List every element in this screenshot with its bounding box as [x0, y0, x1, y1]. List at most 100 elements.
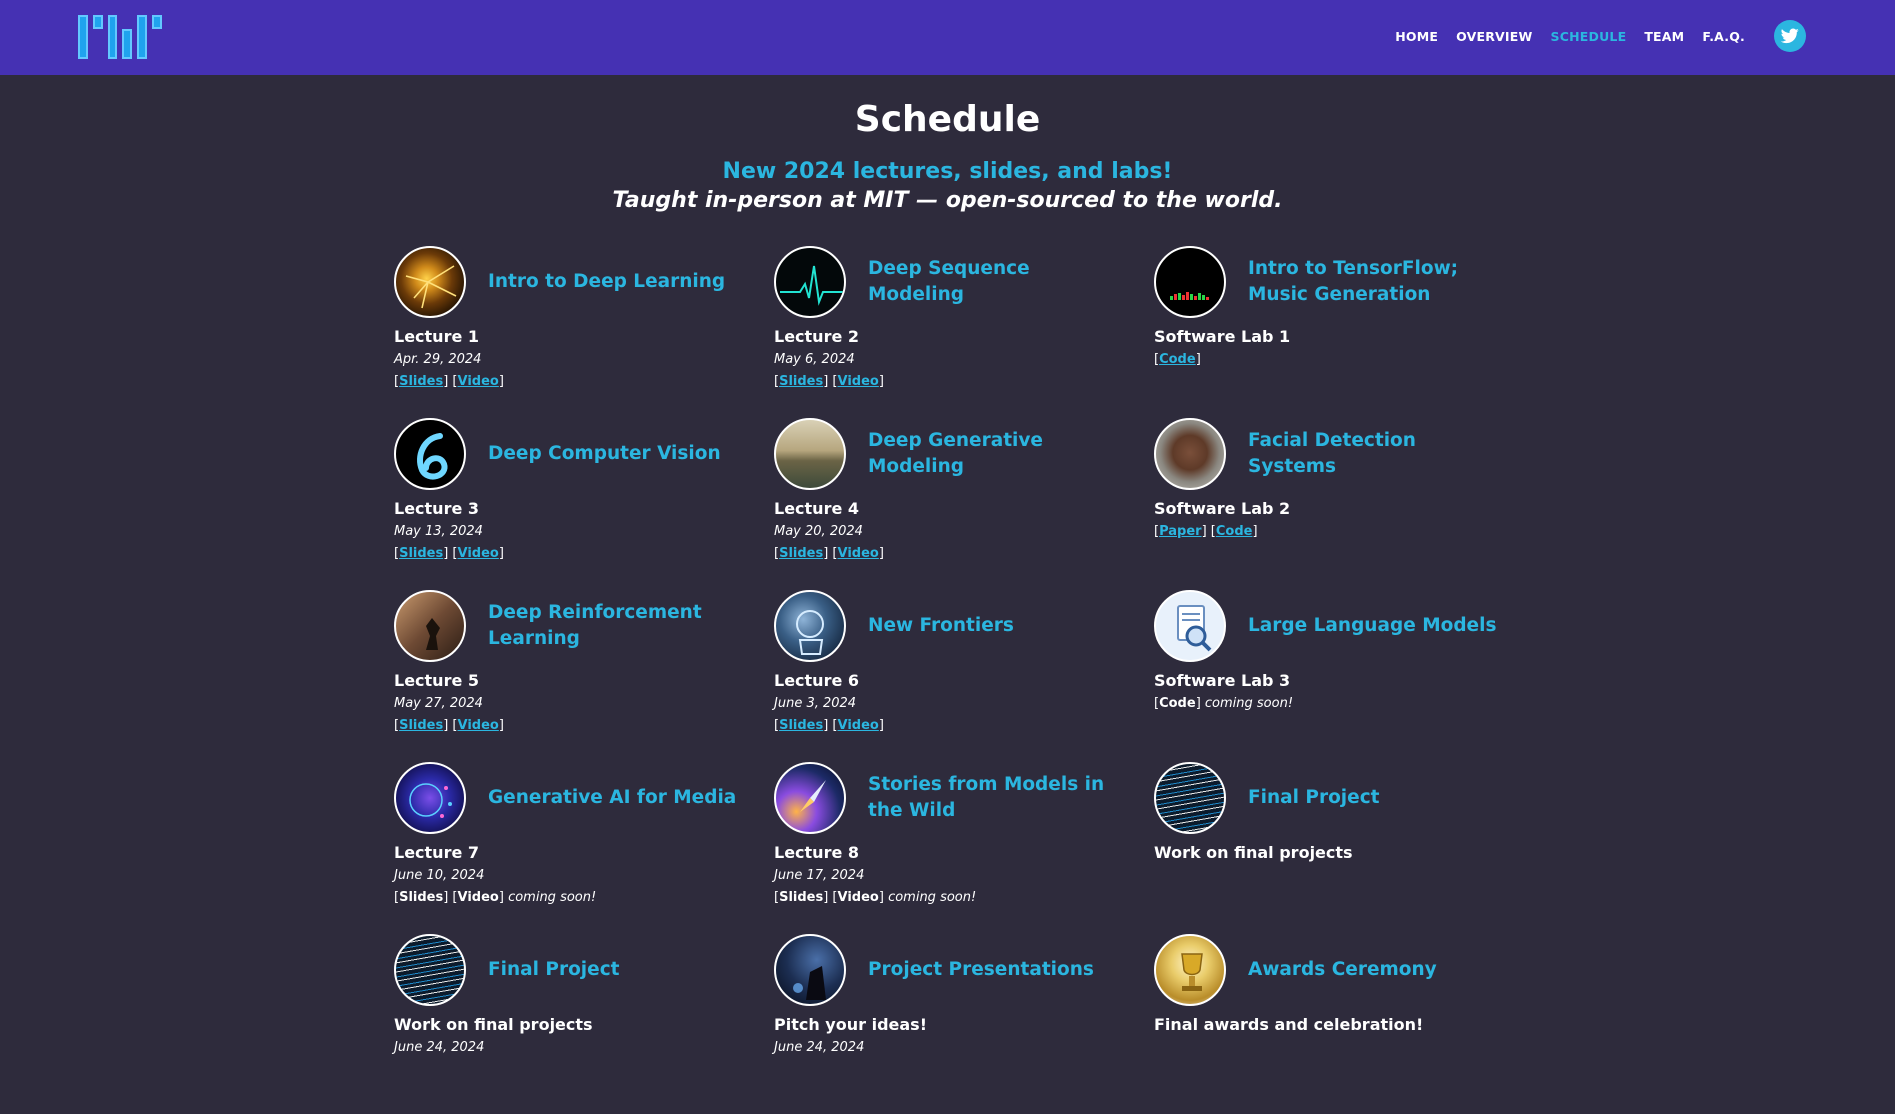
card-links: [Code] coming soon! — [1154, 696, 1294, 711]
nav-overview[interactable]: OVERVIEW — [1456, 29, 1532, 44]
card-title[interactable]: Deep Generative Modeling — [868, 418, 1128, 490]
coming-soon-note: coming soon! — [888, 890, 977, 905]
card-title[interactable]: Deep Sequence Modeling — [868, 246, 1128, 318]
ai-head-thumbnail-icon — [394, 762, 466, 834]
logo-stroke — [122, 29, 133, 59]
code-link[interactable]: Code — [1216, 524, 1253, 539]
nav-home[interactable]: HOME — [1395, 29, 1438, 44]
slides-link[interactable]: Slides — [779, 546, 823, 561]
card-title[interactable]: Stories from Models in the Wild — [868, 762, 1128, 834]
card-links: [Slides] [Video] — [774, 546, 884, 561]
schedule-card: Large Language Models Software Lab 3 [Co… — [1154, 590, 1534, 762]
card-label: Lecture 4 — [774, 499, 860, 518]
card-links: [Slides] [Video] — [394, 374, 504, 389]
schedule-card: Project Presentations Pitch your ideas! … — [774, 934, 1154, 1106]
card-title[interactable]: Intro to TensorFlow; Music Generation — [1248, 246, 1508, 318]
schedule-card: Final Project Work on final projects Jun… — [394, 934, 774, 1106]
card-date: May 13, 2024 — [394, 524, 483, 539]
card-label: Software Lab 3 — [1154, 671, 1291, 690]
chess-thumbnail-icon — [394, 590, 466, 662]
card-label: Work on final projects — [1154, 843, 1353, 862]
card-title[interactable]: Deep Computer Vision — [488, 418, 748, 490]
card-date: June 24, 2024 — [394, 1040, 485, 1055]
card-title[interactable]: Final Project — [1248, 762, 1508, 834]
slides-label: Slides — [399, 890, 444, 905]
video-link[interactable]: Video — [838, 718, 879, 733]
card-title[interactable]: Deep Reinforcement Learning — [488, 590, 748, 662]
card-label: Software Lab 1 — [1154, 327, 1291, 346]
schedule-card: Deep Reinforcement Learning Lecture 5 Ma… — [394, 590, 774, 762]
card-links: [Slides] [Video] — [394, 718, 504, 733]
card-title[interactable]: Large Language Models — [1248, 590, 1508, 662]
page-title: Schedule — [854, 99, 1041, 140]
card-title[interactable]: Awards Ceremony — [1248, 934, 1508, 1006]
logo-stroke — [152, 15, 162, 29]
nav-schedule[interactable]: SCHEDULE — [1551, 29, 1627, 44]
subtitle-tagline: Taught in-person at MIT — open-sourced t… — [612, 188, 1283, 213]
card-date: June 3, 2024 — [774, 696, 857, 711]
face-thumbnail-icon — [1154, 418, 1226, 490]
schedule-card: Deep Generative Modeling Lecture 4 May 2… — [774, 418, 1154, 590]
top-navbar: HOME OVERVIEW SCHEDULE TEAM F.A.Q. — [0, 0, 1895, 75]
card-label: Lecture 2 — [774, 327, 860, 346]
card-title[interactable]: Generative AI for Media — [488, 762, 748, 834]
card-label: Final awards and celebration! — [1154, 1015, 1424, 1034]
audio-waveform-thumbnail-icon — [1154, 246, 1226, 318]
video-label: Video — [837, 890, 879, 905]
card-date: Apr. 29, 2024 — [394, 352, 482, 367]
coming-soon-note: coming soon! — [508, 890, 597, 905]
card-date: June 10, 2024 — [394, 868, 485, 883]
twitter-icon[interactable] — [1774, 20, 1806, 52]
card-date: May 20, 2024 — [774, 524, 863, 539]
video-link[interactable]: Video — [838, 374, 879, 389]
main-nav: HOME OVERVIEW SCHEDULE TEAM F.A.Q. — [1395, 29, 1745, 44]
card-label: Lecture 3 — [394, 499, 480, 518]
trophy-thumbnail-icon — [1154, 934, 1226, 1006]
video-link[interactable]: Video — [838, 546, 879, 561]
card-links: [Slides] [Video] coming soon! — [774, 890, 977, 905]
card-label: Lecture 1 — [394, 327, 480, 346]
card-links: [Slides] [Video] — [774, 374, 884, 389]
schedule-card: Facial Detection Systems Software Lab 2 … — [1154, 418, 1534, 590]
schedule-grid: Intro to Deep Learning Lecture 1 Apr. 29… — [394, 246, 1514, 1106]
slides-link[interactable]: Slides — [399, 546, 443, 561]
rocket-thumbnail-icon — [774, 762, 846, 834]
nav-faq[interactable]: F.A.Q. — [1702, 29, 1745, 44]
card-date: May 27, 2024 — [394, 696, 483, 711]
card-title[interactable]: New Frontiers — [868, 590, 1128, 662]
document-search-thumbnail-icon — [1154, 590, 1226, 662]
video-link[interactable]: Video — [458, 718, 499, 733]
card-title[interactable]: Facial Detection Systems — [1248, 418, 1508, 490]
card-title[interactable]: Project Presentations — [868, 934, 1128, 1006]
code-link[interactable]: Code — [1159, 352, 1196, 367]
card-label: Pitch your ideas! — [774, 1015, 927, 1034]
video-link[interactable]: Video — [458, 546, 499, 561]
card-label: Work on final projects — [394, 1015, 593, 1034]
card-title[interactable]: Final Project — [488, 934, 748, 1006]
card-title[interactable]: Intro to Deep Learning — [488, 246, 748, 318]
video-link[interactable]: Video — [458, 374, 499, 389]
mit-logo[interactable] — [78, 15, 162, 59]
schedule-card: Stories from Models in the Wild Lecture … — [774, 762, 1154, 934]
slides-link[interactable]: Slides — [779, 374, 823, 389]
slides-link[interactable]: Slides — [399, 374, 443, 389]
slides-link[interactable]: Slides — [399, 718, 443, 733]
slides-label: Slides — [779, 890, 824, 905]
subtitle-announcement: New 2024 lectures, slides, and labs! — [722, 159, 1173, 184]
digit-thumbnail-icon — [394, 418, 466, 490]
schedule-card: Final Project Work on final projects — [1154, 762, 1534, 934]
nav-team[interactable]: TEAM — [1644, 29, 1684, 44]
schedule-card: Deep Computer Vision Lecture 3 May 13, 2… — [394, 418, 774, 590]
slides-link[interactable]: Slides — [779, 718, 823, 733]
schedule-card: Deep Sequence Modeling Lecture 2 May 6, … — [774, 246, 1154, 418]
video-label: Video — [457, 890, 499, 905]
paper-link[interactable]: Paper — [1159, 524, 1202, 539]
logo-stroke — [92, 15, 103, 29]
card-links: [Slides] [Video] — [774, 718, 884, 733]
logo-stroke — [137, 15, 148, 59]
heartbeat-thumbnail-icon — [774, 246, 846, 318]
card-links: [Paper] [Code] — [1154, 524, 1258, 539]
card-label: Lecture 7 — [394, 843, 480, 862]
card-date: June 24, 2024 — [774, 1040, 865, 1055]
card-label: Software Lab 2 — [1154, 499, 1291, 518]
